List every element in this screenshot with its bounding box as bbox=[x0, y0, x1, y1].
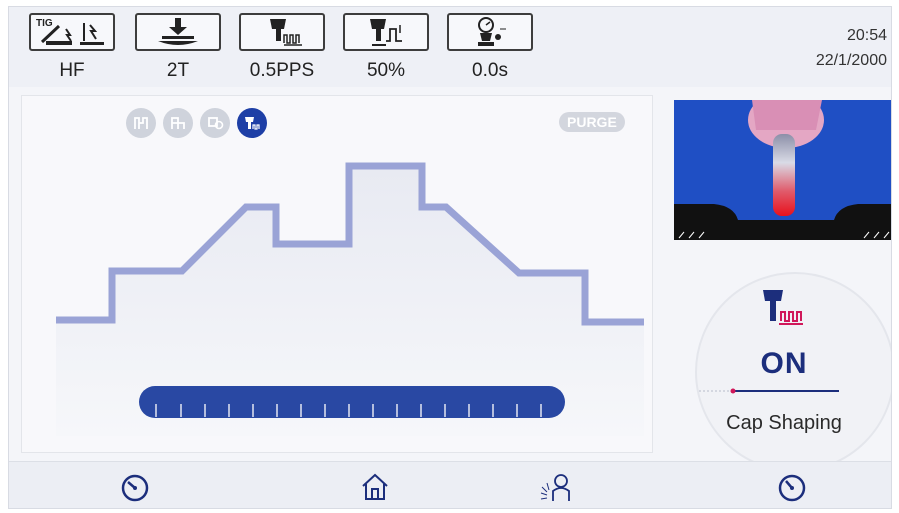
mode-2-icon[interactable] bbox=[163, 108, 193, 138]
electrode-camera-view bbox=[674, 100, 891, 240]
cap-shaping-indicator bbox=[699, 388, 839, 394]
purge-button[interactable]: PURGE bbox=[559, 112, 625, 132]
mode-icons bbox=[126, 108, 267, 138]
screen: TIG HF 2T 0.5PPS 50% 0.0s 20:54 22/1/200… bbox=[8, 6, 892, 509]
slider-ticks bbox=[155, 404, 542, 417]
param-value-duty: 50% bbox=[366, 60, 406, 81]
left-timer-icon[interactable] bbox=[117, 470, 153, 504]
gas-timer-icon bbox=[447, 13, 533, 51]
mode-3-icon[interactable] bbox=[200, 108, 230, 138]
param-value-hf: HF bbox=[59, 60, 85, 81]
param-pulse-frequency[interactable]: 0.5PPS bbox=[239, 13, 325, 82]
param-value-pps: 0.5PPS bbox=[249, 60, 315, 81]
param-gas-time[interactable]: 0.0s bbox=[447, 13, 533, 82]
pulse-duty-icon bbox=[343, 13, 429, 51]
cap-shaping-mode-icon[interactable] bbox=[237, 108, 267, 138]
param-process[interactable]: TIG HF bbox=[29, 13, 115, 82]
trigger-2t-icon bbox=[135, 13, 221, 51]
value-slider[interactable] bbox=[139, 386, 565, 418]
mode-1-icon[interactable] bbox=[126, 108, 156, 138]
clock-time: 20:54 bbox=[846, 27, 887, 44]
right-timer-icon[interactable] bbox=[774, 470, 810, 504]
cap-shaping-label: Cap Shaping bbox=[726, 412, 842, 434]
param-trigger[interactable]: 2T bbox=[135, 13, 221, 82]
welder-icon[interactable] bbox=[539, 470, 575, 504]
waveform-panel: PURGE bbox=[21, 95, 653, 453]
clock-date: 22/1/2000 bbox=[815, 52, 887, 69]
param-pulse-duty[interactable]: 50% bbox=[343, 13, 429, 82]
param-value-2t: 2T bbox=[166, 60, 190, 81]
param-value-gas-time: 0.0s bbox=[472, 60, 508, 81]
cap-shaping-status[interactable]: ON bbox=[709, 347, 859, 381]
bottom-nav bbox=[9, 461, 891, 508]
tig-badge: TIG bbox=[36, 18, 53, 29]
clock: 20:54 22/1/2000 bbox=[816, 23, 887, 73]
pulse-frequency-icon bbox=[239, 13, 325, 51]
home-icon[interactable] bbox=[357, 470, 393, 504]
tig-hf-icon: TIG bbox=[29, 13, 115, 51]
top-bar: TIG HF 2T 0.5PPS 50% 0.0s 20:54 22/1/200… bbox=[9, 7, 891, 87]
cap-shaping-icon bbox=[761, 288, 805, 337]
